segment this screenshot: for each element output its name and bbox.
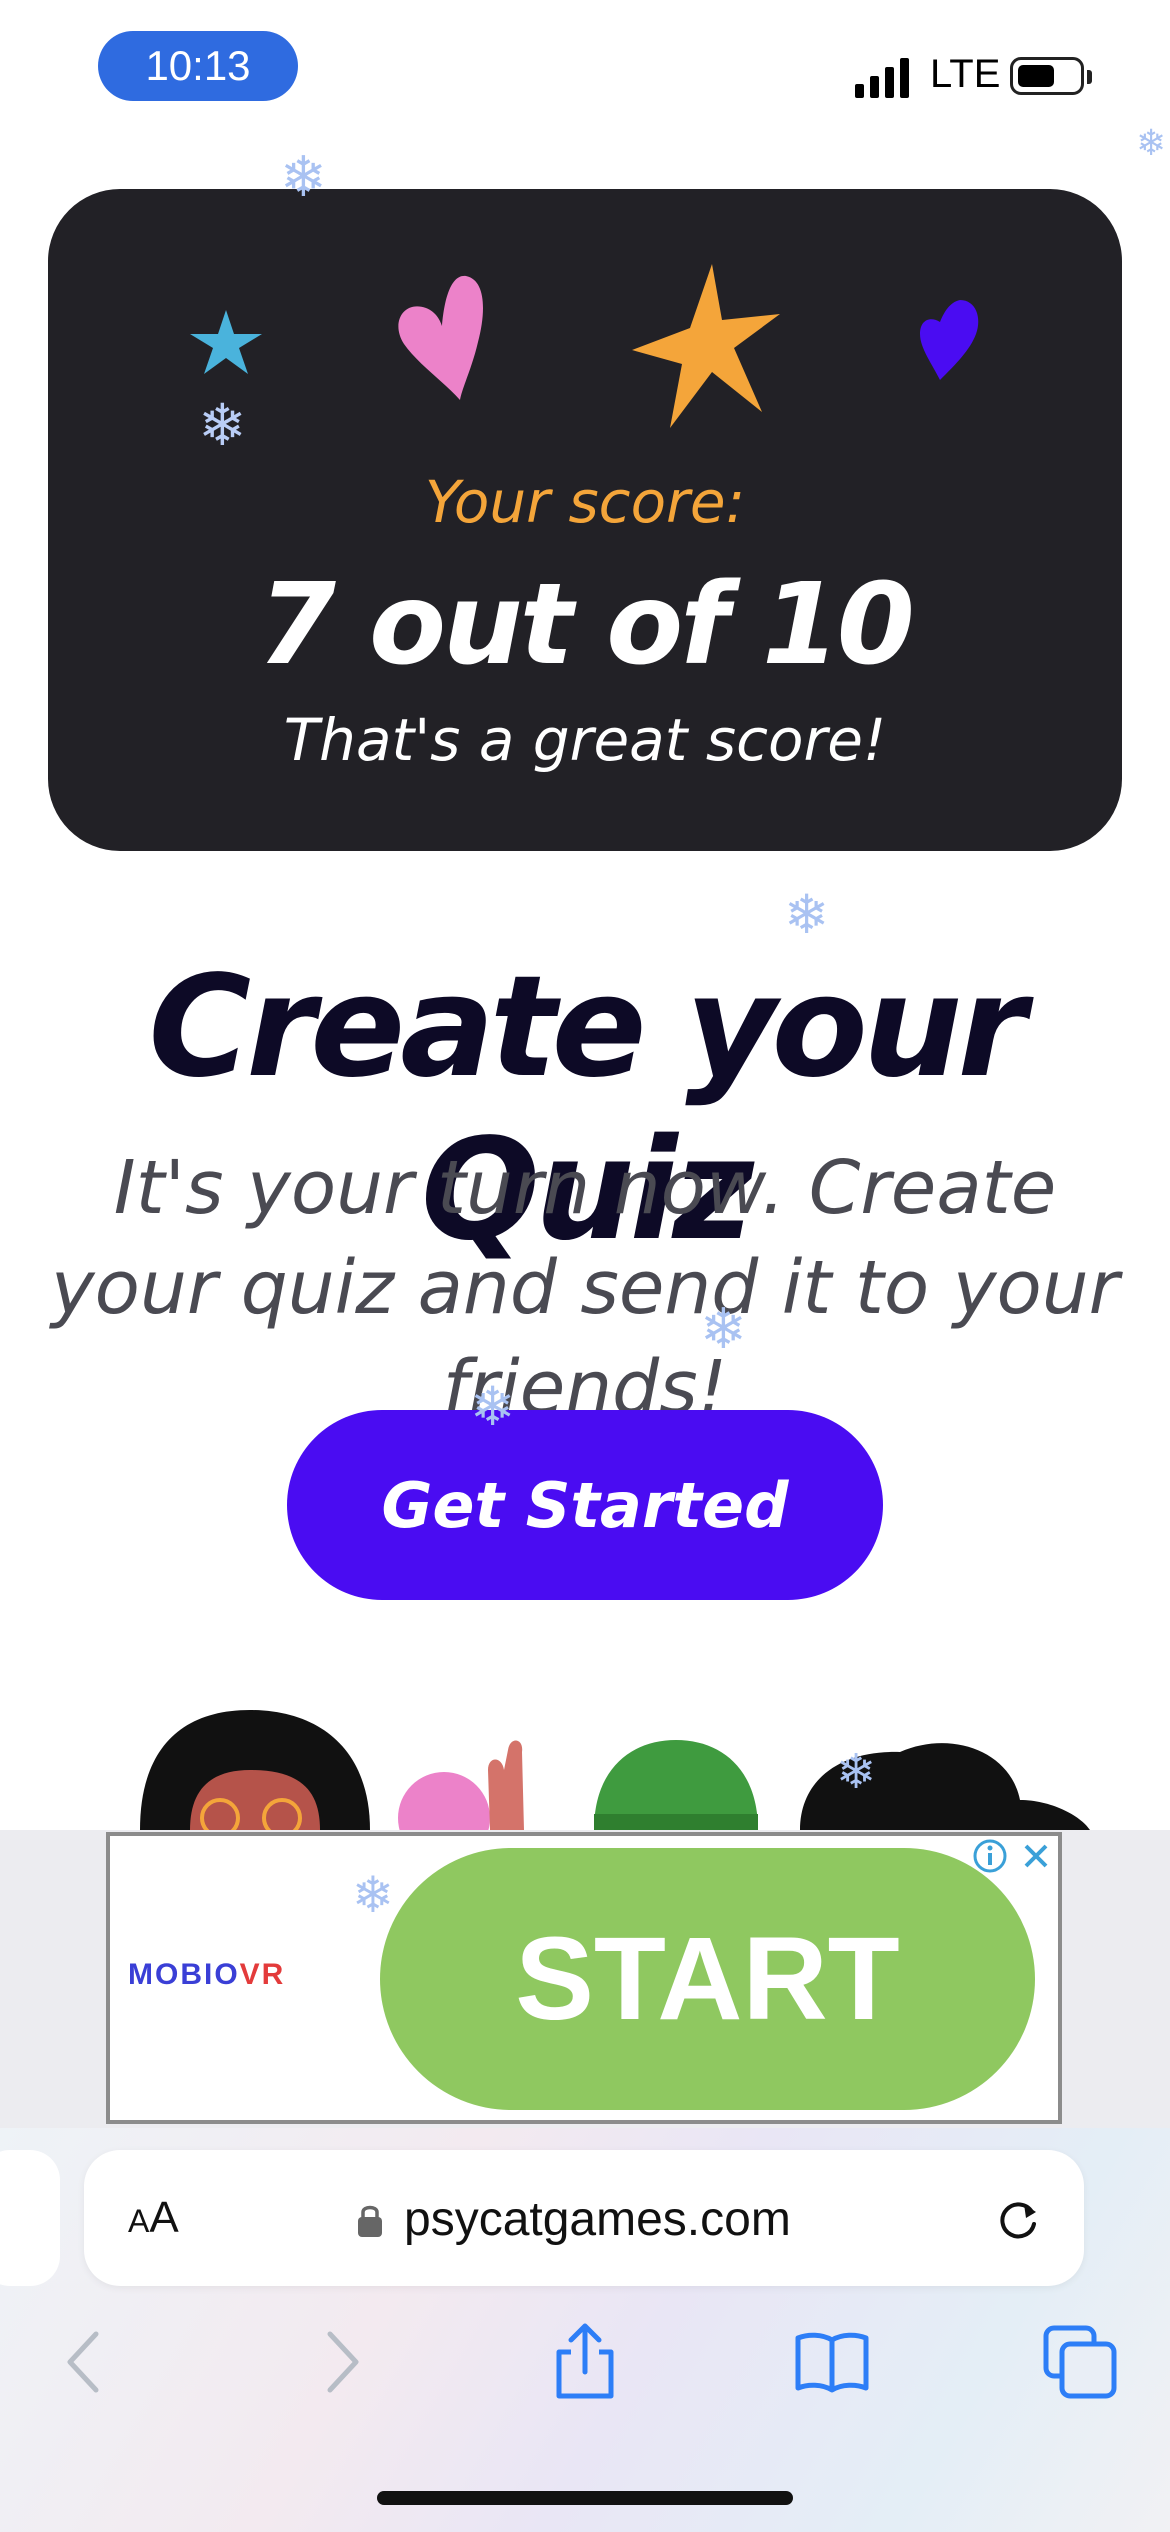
- status-time: 10:13: [98, 31, 298, 101]
- heart-icon: [398, 275, 483, 400]
- ad-brand-accent: VR: [239, 1958, 286, 1991]
- cellular-signal-icon: [855, 58, 909, 98]
- snowflake-icon: ❄: [836, 1744, 877, 1800]
- back-icon[interactable]: [46, 2322, 126, 2402]
- characters-illustration: [140, 1710, 1090, 1830]
- url-text[interactable]: psycatgames.com: [404, 2192, 791, 2247]
- ad-info-icon[interactable]: [972, 1838, 1008, 1874]
- snowflake-icon: ❄: [1136, 123, 1167, 164]
- star-icon: [190, 310, 262, 374]
- previous-tab-preview[interactable]: [0, 2150, 60, 2286]
- ad-brand-logo: MOBIOVR: [128, 1958, 285, 1992]
- lock-icon: [358, 2205, 382, 2237]
- forward-icon[interactable]: [300, 2322, 380, 2402]
- bookmarks-icon[interactable]: [792, 2322, 872, 2402]
- heart-icon: [920, 300, 979, 380]
- snowflake-icon: ❄: [352, 1866, 394, 1924]
- reload-icon[interactable]: [992, 2194, 1044, 2246]
- network-type: LTE: [930, 52, 1001, 96]
- reader-text-size-button[interactable]: AA: [128, 2193, 179, 2243]
- score-comment: That's a great score!: [283, 706, 887, 774]
- ad-brand-main: MOBIO: [128, 1958, 240, 1991]
- snowflake-icon: ❄: [470, 1375, 516, 1438]
- create-description: It's your turn now. Create your quiz and…: [50, 1145, 1120, 1431]
- snowflake-icon: ❄: [784, 883, 830, 946]
- ad-close-icon[interactable]: [1018, 1838, 1054, 1874]
- star-burst-icon: [632, 264, 780, 428]
- snowflake-icon: ❄: [700, 1297, 747, 1362]
- snowflake-icon: ❄: [280, 145, 327, 210]
- get-started-button[interactable]: Get Started: [287, 1410, 883, 1600]
- score-label: Your score:: [424, 468, 746, 536]
- home-indicator: [377, 2491, 793, 2505]
- tabs-icon[interactable]: [1040, 2322, 1120, 2402]
- battery-icon: [1010, 57, 1084, 95]
- ad-start-button[interactable]: START: [380, 1848, 1035, 2110]
- battery-tip: [1087, 70, 1092, 84]
- score-value: 7 out of 10: [258, 560, 915, 690]
- aa-small: A: [128, 2203, 150, 2239]
- aa-big: A: [149, 2193, 179, 2242]
- share-icon[interactable]: [545, 2322, 625, 2402]
- snowflake-icon: ❄: [198, 391, 247, 459]
